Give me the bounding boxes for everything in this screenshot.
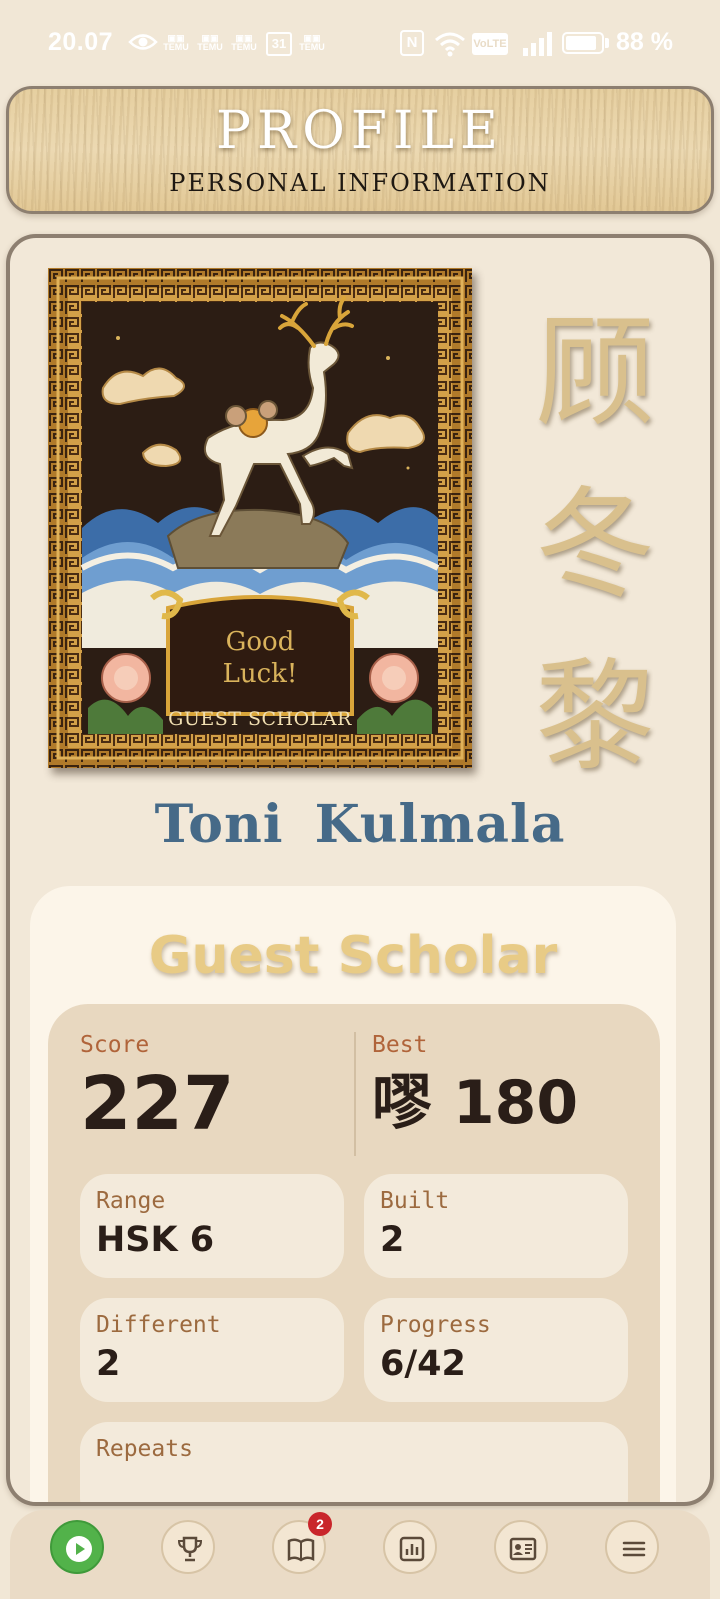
calendar-icon: 31: [266, 32, 292, 56]
chart-icon: [399, 1536, 425, 1562]
tile-label: Repeats: [96, 1436, 193, 1462]
status-time: 20.07: [48, 28, 114, 56]
tile-value: 2: [380, 1220, 405, 1260]
nav-achievements-button[interactable]: [161, 1520, 215, 1574]
user-name: Toni Kulmala: [154, 794, 566, 855]
battery-icon: [562, 32, 604, 54]
nfc-icon: N: [400, 30, 424, 56]
tile-label: Built: [380, 1188, 450, 1214]
temu-icon: ▣▣ TEMU: [197, 33, 223, 52]
best-block: Best 嘐 180: [372, 1032, 578, 1138]
temu-icon: ▣▣ TEMU: [163, 33, 189, 52]
rank-title: Guest Scholar: [148, 926, 558, 986]
profile-avatar[interactable]: Good Luck! GUEST SCHOLAR: [48, 268, 472, 768]
portrait-caption: GUEST SCHOLAR: [168, 708, 352, 730]
stat-tile-built: Built 2: [364, 1174, 628, 1278]
page-title: PROFILE: [216, 101, 504, 161]
wifi-icon: [435, 32, 465, 57]
tile-label: Range: [96, 1188, 166, 1214]
book-icon: [287, 1538, 315, 1562]
nav-profile-button[interactable]: [494, 1520, 548, 1574]
stats-panel: Score 227 Best 嘐 180 Range HSK 6 Built 2: [48, 1004, 660, 1502]
page-subtitle: PERSONAL INFORMATION: [169, 169, 551, 197]
stat-tile-range: Range HSK 6: [80, 1174, 344, 1278]
tile-label: Progress: [380, 1312, 491, 1338]
battery-level: [566, 36, 596, 50]
tile-value: HSK 6: [96, 1220, 215, 1260]
score-block: Score 227: [80, 1032, 234, 1146]
chinese-name: 顾 冬 黎: [535, 304, 655, 787]
play-icon: [66, 1536, 92, 1562]
stats-divider: [354, 1032, 356, 1156]
signal-icon: [523, 32, 552, 56]
temu-icon: ▣▣ TEMU: [299, 33, 325, 52]
tile-value: 2: [96, 1344, 121, 1384]
profile-screen: 20.07 ▣▣ TEMU ▣▣ TEMU ▣▣ TEMU 31 ▣▣ TEMU N V…: [0, 0, 720, 1599]
rank-panel: Guest Scholar Score 227 Best 嘐 180 Range…: [30, 886, 676, 1502]
eye-icon: [128, 34, 158, 50]
stat-tile-different: Different 2: [80, 1298, 344, 1402]
nav-play-button[interactable]: [50, 1520, 104, 1574]
header-banner: PROFILE PERSONAL INFORMATION: [6, 86, 714, 214]
id-card-icon: [509, 1537, 537, 1561]
temu-icon: ▣▣ TEMU: [231, 33, 257, 52]
nav-lessons-button[interactable]: 2: [272, 1512, 332, 1574]
score-value: 227: [80, 1061, 235, 1147]
notification-badge: 2: [308, 1512, 332, 1536]
deer-artwork: [48, 268, 472, 768]
tile-value: 6/42: [380, 1344, 466, 1384]
profile-card: Good Luck! GUEST SCHOLAR 顾 冬 黎 Toni Kulm…: [6, 234, 714, 1506]
stat-tile-progress: Progress 6/42: [364, 1298, 628, 1402]
best-label: Best: [372, 1032, 428, 1058]
score-label: Score: [80, 1032, 150, 1058]
stat-tile-repeats: Repeats: [80, 1422, 628, 1502]
battery-tip: [605, 38, 609, 48]
menu-icon: [622, 1541, 646, 1557]
best-value: 嘐 180: [372, 1068, 579, 1138]
nav-stats-button[interactable]: [383, 1520, 437, 1574]
nav-menu-button[interactable]: [605, 1520, 659, 1574]
status-bar: 20.07 ▣▣ TEMU ▣▣ TEMU ▣▣ TEMU 31 ▣▣ TEMU N V…: [0, 0, 720, 84]
tile-label: Different: [96, 1312, 221, 1338]
bottom-nav: 2: [10, 1510, 710, 1599]
volte-icon: VoLTE: [472, 33, 508, 55]
portrait-motto: Good Luck!: [222, 627, 298, 689]
battery-percent: 88 %: [616, 28, 673, 56]
trophy-icon: [177, 1536, 203, 1562]
